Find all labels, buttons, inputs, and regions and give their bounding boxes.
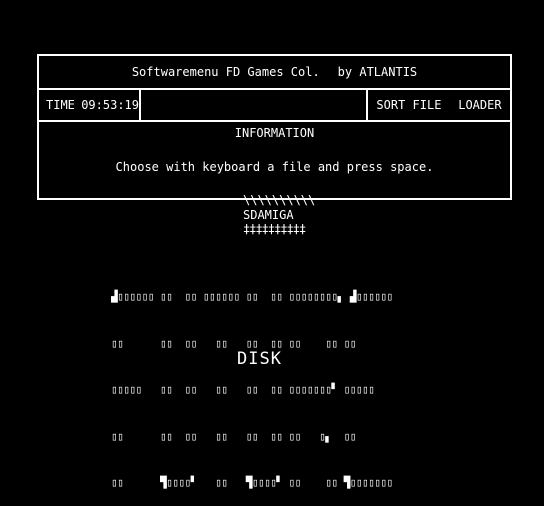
group-name: SDAMIGA [243, 208, 294, 222]
logo-line: ▯▯ ▜▯▯▯▯▘ ▯▯ ▜▯▯▯▯▘ ▯▯ ▯▯ ▜▯▯▯▯▯▯▯ [111, 476, 393, 489]
logo-subtitle: DISK [237, 349, 282, 369]
time-label: TIME [46, 98, 75, 112]
future-logo: ▟▯▯▯▯▯▯ ▯▯ ▯▯ ▯▯▯▯▯▯ ▯▯ ▯▯ ▯▯▯▯▯▯▯▯▖ ▟▯▯… [111, 258, 393, 506]
info-text: Choose with keyboard a file and press sp… [115, 160, 434, 174]
wave-decoration: \\\\\\\\\\ [243, 193, 316, 207]
logo-line: ▟▯▯▯▯▯▯ ▯▯ ▯▯ ▯▯▯▯▯▯ ▯▯ ▯▯ ▯▯▯▯▯▯▯▯▖ ▟▯▯… [111, 290, 393, 303]
group-underline: ‡‡‡‡‡‡‡‡‡‡ [243, 222, 306, 236]
app-title: Softwaremenu FD Games Col. [131, 65, 320, 79]
logo-line: ▯▯ ▯▯ ▯▯ ▯▯ ▯▯ ▯▯ ▯▯ ▯▖ ▯▯ [111, 429, 356, 443]
app-author: by ATLANTIS [337, 65, 418, 79]
sort-file-button[interactable]: SORT FILE [376, 98, 441, 112]
title-bar: Softwaremenu FD Games Col. by ATLANTIS [39, 56, 510, 90]
loader-button[interactable]: LOADER [458, 98, 501, 112]
logo-line: ▯▯▯▯▯ ▯▯ ▯▯ ▯▯ ▯▯ ▯▯ ▯▯▯▯▯▯▯▘ ▯▯▯▯▯ [111, 383, 375, 396]
clock: TIME 09:53:19 [39, 90, 141, 120]
info-heading: INFORMATION [234, 126, 315, 140]
main-panel: Softwaremenu FD Games Col. by ATLANTIS T… [37, 54, 512, 200]
time-value: 09:53:19 [81, 98, 139, 112]
menu-bar: SORT FILE LOADER [366, 90, 510, 120]
status-row: TIME 09:53:19 SORT FILE LOADER [39, 90, 510, 122]
